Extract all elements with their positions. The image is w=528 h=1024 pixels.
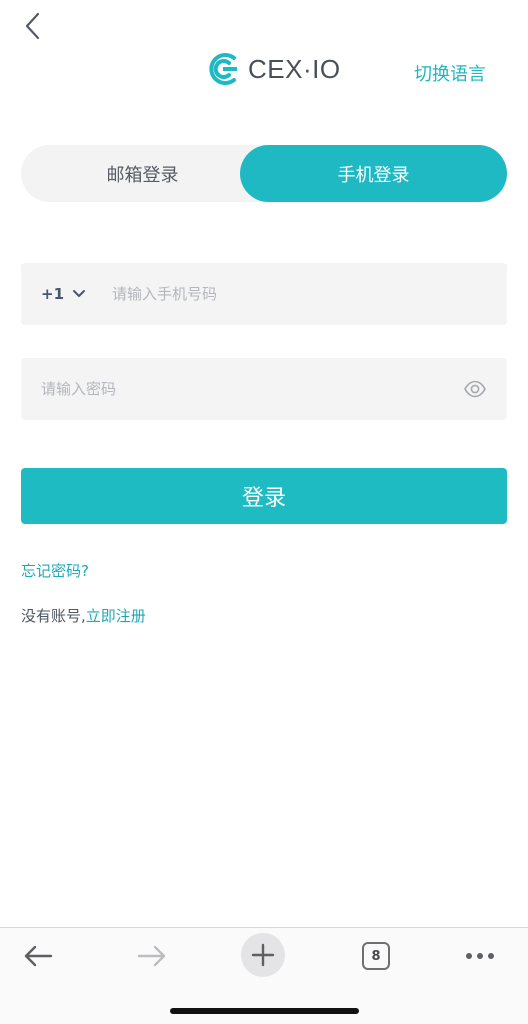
cex-logo-icon — [209, 53, 237, 85]
phone-input[interactable] — [112, 263, 473, 325]
chevron-left-icon — [25, 12, 40, 40]
tab-switcher-button[interactable]: 8 — [354, 934, 398, 978]
phone-field: +1 — [21, 263, 507, 325]
password-field — [21, 358, 507, 420]
logo-text: CEX·IO — [248, 53, 341, 84]
register-link[interactable]: 立即注册 — [86, 607, 146, 625]
arrow-left-icon — [24, 945, 53, 967]
login-method-tabs: 邮箱登录 手机登录 — [21, 145, 507, 202]
eye-icon[interactable] — [463, 377, 487, 401]
new-tab-button[interactable] — [241, 933, 285, 977]
country-code-value: +1 — [41, 285, 65, 303]
tab-phone-login[interactable]: 手机登录 — [240, 145, 507, 202]
login-button[interactable]: 登录 — [21, 468, 507, 524]
home-indicator[interactable] — [170, 1008, 359, 1014]
chevron-down-icon — [73, 290, 86, 297]
switch-language-link[interactable]: 切换语言 — [414, 60, 486, 86]
tab-email-login[interactable]: 邮箱登录 — [21, 145, 264, 202]
tab-count: 8 — [362, 942, 390, 970]
login-page: CEX·IO 切换语言 邮箱登录 手机登录 +1 登录 忘记密码? 没有账号,立… — [0, 0, 528, 1024]
no-account-text: 没有账号, — [21, 607, 86, 625]
country-code-selector[interactable]: +1 — [41, 285, 86, 303]
browser-back-button[interactable] — [16, 934, 60, 978]
plus-icon — [251, 943, 275, 967]
more-options-button[interactable] — [458, 934, 502, 978]
password-input[interactable] — [41, 358, 441, 420]
more-dots-icon — [466, 953, 494, 959]
browser-forward-button[interactable] — [130, 934, 174, 978]
forgot-password-link[interactable]: 忘记密码? — [21, 560, 89, 581]
arrow-right-icon — [137, 945, 166, 967]
cex-io-logo: CEX·IO — [206, 51, 341, 87]
register-prompt: 没有账号,立即注册 — [21, 605, 146, 626]
back-button[interactable] — [14, 8, 50, 44]
